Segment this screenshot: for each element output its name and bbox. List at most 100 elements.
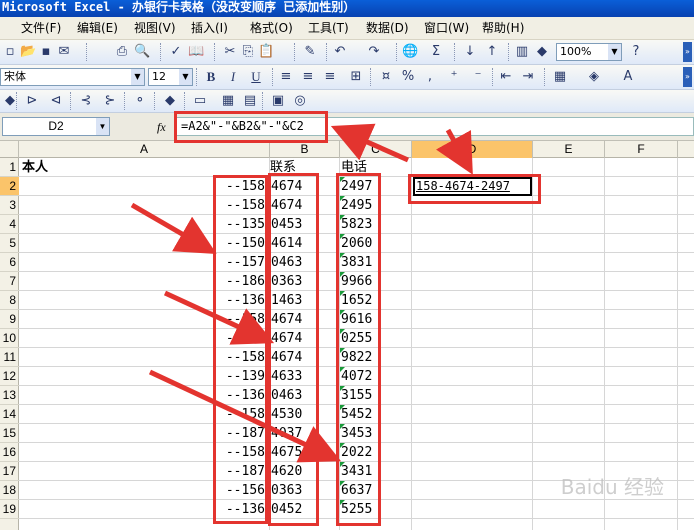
column-header-c[interactable]: C	[340, 141, 412, 158]
table2-icon[interactable]: ▤	[242, 93, 258, 109]
decrease-decimal-icon[interactable]: ⁻	[470, 69, 486, 85]
merge-center-icon[interactable]: ⊞	[348, 69, 364, 85]
toolbar-options-icon[interactable]: »	[683, 42, 692, 62]
font-size-select[interactable]: 12 ▼	[148, 68, 193, 86]
bold-button[interactable]: B	[203, 69, 219, 85]
bring-forward-icon[interactable]: ⊰	[78, 93, 94, 109]
row-header-6[interactable]: 6	[0, 253, 19, 272]
font-name-select[interactable]: 宋体 ▼	[0, 68, 145, 86]
row-header-12[interactable]: 12	[0, 367, 19, 386]
permission-icon[interactable]: ✉	[56, 44, 72, 60]
cut-icon[interactable]: ✂	[222, 44, 238, 60]
spelling-icon[interactable]: ✓	[168, 44, 184, 60]
drawing-icon[interactable]: ◆	[534, 44, 550, 60]
column-header-d[interactable]: D	[412, 141, 533, 158]
font-size-value: 12	[152, 70, 166, 83]
autoshape-icon[interactable]: ⚬	[132, 93, 148, 109]
toolbar-separator	[214, 43, 217, 61]
save-icon[interactable]: ▪	[38, 44, 54, 60]
currency-icon[interactable]: ¤	[378, 69, 394, 85]
font-color-icon[interactable]: A	[620, 69, 636, 85]
increase-decimal-icon[interactable]: ⁺	[446, 69, 462, 85]
undo-icon[interactable]: ↶	[332, 44, 348, 60]
row-header-14[interactable]: 14	[0, 405, 19, 424]
name-box-dropdown-icon[interactable]: ▼	[96, 118, 109, 135]
column-header-f[interactable]: F	[605, 141, 678, 158]
align-center-icon[interactable]: ≡	[300, 69, 316, 85]
menu-item[interactable]: 格式(O)	[247, 20, 296, 36]
row-header-8[interactable]: 8	[0, 291, 19, 310]
row-header-9[interactable]: 9	[0, 310, 19, 329]
percent-button[interactable]: %	[400, 69, 416, 85]
row-header-5[interactable]: 5	[0, 234, 19, 253]
fx-icon[interactable]: fx	[157, 120, 166, 135]
row-header-11[interactable]: 11	[0, 348, 19, 367]
format-painter-icon[interactable]: ✎	[302, 44, 318, 60]
zoom-dropdown-icon[interactable]: ▼	[608, 44, 621, 60]
row-header-13[interactable]: 13	[0, 386, 19, 405]
menu-item[interactable]: 文件(F)	[18, 20, 64, 36]
paste-icon[interactable]: 📋	[258, 44, 274, 60]
row-header-1[interactable]: 1	[0, 158, 19, 177]
open-icon[interactable]: 📂	[20, 44, 36, 60]
borders-icon[interactable]: ▦	[552, 69, 568, 85]
print-icon[interactable]: ⎙	[114, 44, 130, 60]
zoom-select[interactable]: 100% ▼	[556, 43, 622, 61]
menu-item[interactable]: 插入(I)	[188, 20, 231, 36]
table-icon[interactable]: ▦	[220, 93, 236, 109]
align-left-icon[interactable]: ≡	[278, 69, 294, 85]
sort-asc-icon[interactable]: ↓	[462, 44, 478, 60]
show-icon[interactable]: ◆	[162, 93, 178, 109]
send-backward-icon[interactable]: ⊱	[102, 93, 118, 109]
group-icon[interactable]: ⊳	[24, 93, 40, 109]
decrease-indent-icon[interactable]: ⇤	[498, 69, 514, 85]
menu-item[interactable]: 窗口(W)	[421, 20, 472, 36]
underline-button[interactable]: U	[248, 69, 264, 85]
image-icon[interactable]: ▣	[270, 93, 286, 109]
hyperlink-icon[interactable]: 🌐	[402, 44, 418, 60]
row-header-19[interactable]: 19	[0, 500, 19, 519]
row-header-3[interactable]: 3	[0, 196, 19, 215]
help-icon[interactable]: ?	[628, 44, 644, 60]
column-header-b[interactable]: B	[270, 141, 340, 158]
box-icon[interactable]: ▭	[192, 93, 208, 109]
toolbar-separator	[454, 43, 457, 61]
toolbar-options-icon[interactable]: »	[683, 67, 692, 87]
sort-desc-icon[interactable]: ↑	[484, 44, 500, 60]
chart-icon[interactable]: ▥	[514, 44, 530, 60]
toolbar-separator	[272, 68, 275, 86]
row-header-2[interactable]: 2	[0, 177, 19, 196]
row-header-7[interactable]: 7	[0, 272, 19, 291]
name-box[interactable]: D2 ▼	[2, 117, 110, 136]
align-right-icon[interactable]: ≡	[322, 69, 338, 85]
research-icon[interactable]: 📖	[188, 44, 204, 60]
camera-icon[interactable]: ◎	[292, 93, 308, 109]
increase-indent-icon[interactable]: ⇥	[520, 69, 536, 85]
select-all-corner[interactable]	[0, 141, 19, 158]
row-header-16[interactable]: 16	[0, 443, 19, 462]
row-header-4[interactable]: 4	[0, 215, 19, 234]
row-header-10[interactable]: 10	[0, 329, 19, 348]
menu-item[interactable]: 数据(D)	[363, 20, 412, 36]
menu-item[interactable]: 视图(V)	[131, 20, 179, 36]
column-header-a[interactable]: A	[19, 141, 270, 158]
column-header-e[interactable]: E	[533, 141, 605, 158]
row-header-15[interactable]: 15	[0, 424, 19, 443]
ungroup-icon[interactable]: ⊲	[48, 93, 64, 109]
preview-icon[interactable]: 🔍	[134, 44, 150, 60]
copy-icon[interactable]: ⎘	[240, 44, 256, 60]
header-cell-a1[interactable]: 本人	[22, 158, 48, 177]
font-name-dropdown-icon[interactable]: ▼	[131, 69, 144, 85]
autosum-icon[interactable]: Σ	[428, 44, 444, 60]
redo-icon[interactable]: ↷	[366, 44, 382, 60]
font-size-dropdown-icon[interactable]: ▼	[179, 69, 192, 85]
menu-item[interactable]: 工具(T)	[305, 20, 352, 36]
row-header-18[interactable]: 18	[0, 481, 19, 500]
italic-button[interactable]: I	[225, 69, 241, 85]
fill-color-icon[interactable]: ◈	[586, 69, 602, 85]
menu-item[interactable]: 编辑(E)	[74, 20, 121, 36]
menu-item[interactable]: 帮助(H)	[479, 20, 527, 36]
new-icon[interactable]: ▫	[2, 44, 18, 60]
comma-button[interactable]: ,	[422, 69, 438, 85]
row-header-17[interactable]: 17	[0, 462, 19, 481]
